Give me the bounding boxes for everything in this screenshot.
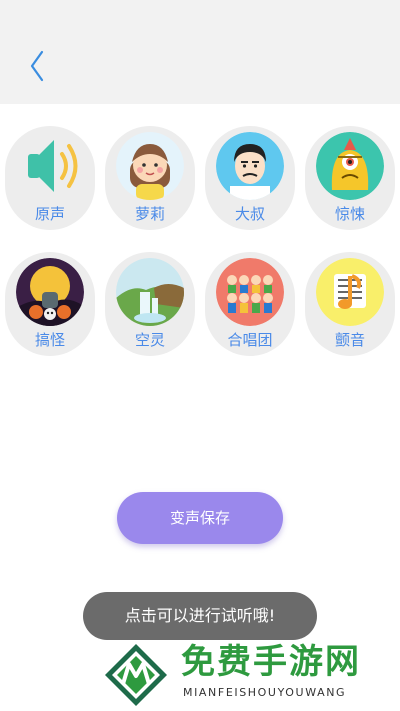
voice-option-original[interactable]: 原声: [5, 126, 95, 230]
watermark-logo-icon: [105, 644, 167, 706]
waterfall-avatar-icon: [116, 258, 184, 326]
voice-option-funny[interactable]: 搞怪: [5, 252, 95, 356]
watermark-subtitle: MIANFEISHOUYOUWANG: [183, 686, 347, 699]
save-voice-button[interactable]: 变声保存: [117, 492, 283, 544]
voice-option-thriller[interactable]: 惊悚: [305, 126, 395, 230]
watermark: 免费手游网 MIANFEISHOUYOUWANG: [103, 640, 400, 711]
voice-label: 合唱团: [227, 331, 273, 349]
halloween-avatar-icon: [16, 258, 84, 326]
voice-option-loli[interactable]: 萝莉: [105, 126, 195, 230]
voice-label: 搞怪: [34, 331, 65, 349]
chevron-left-icon: [30, 50, 44, 82]
music-note-avatar-icon: [316, 258, 384, 326]
watermark-title: 免费手游网: [181, 642, 361, 682]
voice-option-choir[interactable]: 合唱团: [205, 252, 295, 356]
speaker-icon: [16, 132, 84, 200]
choir-avatar-icon: [216, 258, 284, 326]
voice-option-ethereal[interactable]: 空灵: [105, 252, 195, 356]
voice-option-uncle[interactable]: 大叔: [205, 126, 295, 230]
voice-label: 大叔: [234, 205, 265, 223]
top-bar: [0, 0, 400, 104]
voice-option-vibrato[interactable]: 颤音: [305, 252, 395, 356]
voice-label: 萝莉: [134, 205, 165, 223]
man-avatar-icon: [216, 132, 284, 200]
back-button[interactable]: [22, 46, 54, 86]
toast-message: 点击可以进行试听哦!: [83, 592, 317, 640]
voice-label: 颤音: [334, 331, 365, 349]
voice-label: 原声: [34, 205, 65, 223]
monster-avatar-icon: [316, 132, 384, 200]
girl-avatar-icon: [116, 132, 184, 200]
voice-label: 空灵: [134, 331, 165, 349]
voice-label: 惊悚: [334, 205, 365, 223]
